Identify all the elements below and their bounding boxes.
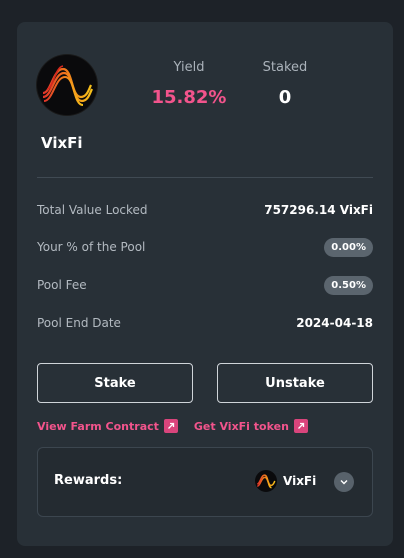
pool-fee-badge: 0.50% bbox=[324, 275, 373, 295]
vixfi-logo-icon bbox=[255, 470, 277, 492]
chevron-down-icon bbox=[340, 480, 348, 485]
pool-card: VixFi Yield 15.82% Staked 0 Total Value … bbox=[17, 22, 393, 546]
divider bbox=[37, 177, 373, 178]
pool-links: View Farm Contract Get VixFi token bbox=[37, 419, 308, 433]
view-farm-contract-link[interactable]: View Farm Contract bbox=[37, 419, 178, 433]
end-date-label: Pool End Date bbox=[37, 316, 121, 330]
staked-value: 0 bbox=[278, 87, 292, 108]
rewards-token: VixFi bbox=[255, 470, 316, 492]
vixfi-logo-icon bbox=[37, 55, 97, 115]
tvl-label: Total Value Locked bbox=[37, 203, 148, 217]
rewards-expand-button[interactable] bbox=[334, 472, 354, 492]
external-link-icon bbox=[163, 419, 178, 433]
rewards-token-name: VixFi bbox=[283, 474, 317, 488]
detail-row-end-date: Pool End Date 2024-04-18 bbox=[37, 311, 373, 335]
rewards-panel: Rewards: VixFi bbox=[37, 447, 373, 517]
view-farm-contract-label: View Farm Contract bbox=[37, 419, 159, 433]
unstake-button[interactable]: Unstake bbox=[217, 363, 373, 403]
yield-value: 15.82% bbox=[151, 87, 227, 108]
end-date-value: 2024-04-18 bbox=[296, 316, 373, 330]
get-token-label: Get VixFi token bbox=[193, 419, 289, 433]
detail-row-pool-share: Your % of the Pool 0.00% bbox=[37, 235, 373, 259]
detail-row-pool-fee: Pool Fee 0.50% bbox=[37, 273, 373, 297]
token-name: VixFi bbox=[41, 134, 83, 152]
staked-stat: Staked 0 bbox=[249, 60, 321, 108]
tvl-value: 757296.14 VixFi bbox=[264, 203, 373, 217]
stake-button[interactable]: Stake bbox=[37, 363, 193, 403]
detail-row-tvl: Total Value Locked 757296.14 VixFi bbox=[37, 198, 373, 222]
rewards-label: Rewards: bbox=[54, 473, 123, 488]
pool-share-badge: 0.00% bbox=[324, 237, 373, 257]
pool-fee-label: Pool Fee bbox=[37, 278, 87, 292]
yield-label: Yield bbox=[173, 60, 205, 75]
staked-label: Staked bbox=[262, 60, 308, 75]
pool-share-label: Your % of the Pool bbox=[37, 240, 146, 254]
yield-stat: Yield 15.82% bbox=[149, 60, 229, 108]
external-link-icon bbox=[293, 419, 308, 433]
get-token-link[interactable]: Get VixFi token bbox=[194, 419, 308, 433]
